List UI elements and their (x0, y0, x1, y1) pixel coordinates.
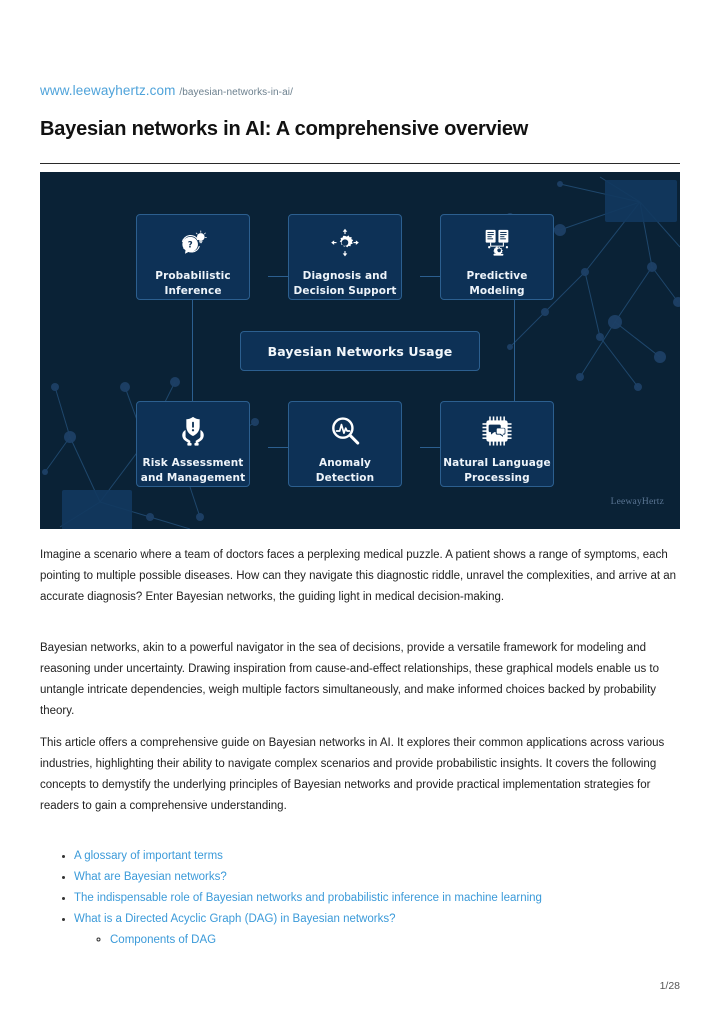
list-item[interactable]: The indispensable role of Bayesian netwo… (74, 888, 714, 909)
center-node-bayesian-networks-usage[interactable]: Bayesian Networks Usage (240, 331, 480, 371)
toc-link-dag[interactable]: What is a Directed Acyclic Graph (DAG) i… (74, 913, 395, 925)
brain-question-lightbulb-icon: ? (181, 230, 207, 254)
card-predictive-modeling[interactable]: Predictive Modeling (440, 214, 554, 300)
document-page: www.leewayhertz.com /bayesian-networks-i… (0, 0, 720, 1018)
card-diagnosis-decision-support[interactable]: Diagnosis and Decision Support (288, 214, 402, 300)
list-item[interactable]: A glossary of important terms (74, 846, 714, 867)
chip-chat-icon (482, 416, 512, 446)
card-anomaly-detection[interactable]: Anomaly Detection (288, 401, 402, 487)
list-item[interactable]: What is a Directed Acyclic Graph (DAG) i… (74, 909, 714, 951)
title-divider (40, 163, 680, 164)
table-of-contents-sublist: Components of DAG (74, 930, 714, 951)
source-url: www.leewayhertz.com /bayesian-networks-i… (40, 83, 293, 98)
bayesian-networks-usage-infographic: ? Probabilistic Inference Diagnosis and … (40, 172, 680, 529)
sublist-item[interactable]: Components of DAG (110, 930, 714, 951)
connector-right-vertical (514, 300, 515, 401)
toc-link-what-are-bayesian-networks[interactable]: What are Bayesian networks? (74, 871, 227, 883)
card-label: Predictive Modeling (466, 270, 528, 297)
paragraph-2: Bayesian networks, akin to a powerful na… (40, 642, 660, 717)
list-item[interactable]: What are Bayesian networks? (74, 867, 714, 888)
magnifier-waveform-icon (332, 417, 360, 445)
url-domain: www.leewayhertz.com (40, 83, 176, 98)
toc-link-components-of-dag[interactable]: Components of DAG (110, 934, 216, 946)
card-label: Risk Assessment and Management (140, 457, 246, 484)
card-label: Anomaly Detection (315, 457, 375, 484)
card-label: Natural Language Processing (443, 457, 551, 484)
table-of-contents-list: A glossary of important terms What are B… (40, 846, 714, 951)
card-risk-assessment-management[interactable]: Risk Assessment and Management (136, 401, 250, 487)
gear-arrows-icon (331, 228, 359, 257)
shield-hands-icon (182, 416, 204, 446)
card-label: Diagnosis and Decision Support (293, 270, 397, 297)
watermark: LeewayHertz (610, 497, 664, 507)
center-node-label: Bayesian Networks Usage (267, 343, 453, 359)
paragraph-1: Imagine a scenario where a team of docto… (40, 549, 677, 603)
card-label: Probabilistic Inference (155, 270, 231, 297)
page-number: 1/28 (659, 980, 680, 992)
url-path: /bayesian-networks-in-ai/ (179, 87, 293, 98)
card-probabilistic-inference[interactable]: ? Probabilistic Inference (136, 214, 250, 300)
toc-link-indispensable-role[interactable]: The indispensable role of Bayesian netwo… (74, 892, 542, 904)
svg-text:?: ? (188, 241, 193, 251)
documents-gear-icon (485, 229, 509, 256)
paragraph-3: This article offers a comprehensive guid… (40, 737, 665, 812)
toc-link-glossary[interactable]: A glossary of important terms (74, 850, 223, 862)
card-natural-language-processing[interactable]: Natural Language Processing (440, 401, 554, 487)
connector-left-vertical (192, 300, 193, 401)
page-title: Bayesian networks in AI: A comprehensive… (40, 118, 529, 140)
